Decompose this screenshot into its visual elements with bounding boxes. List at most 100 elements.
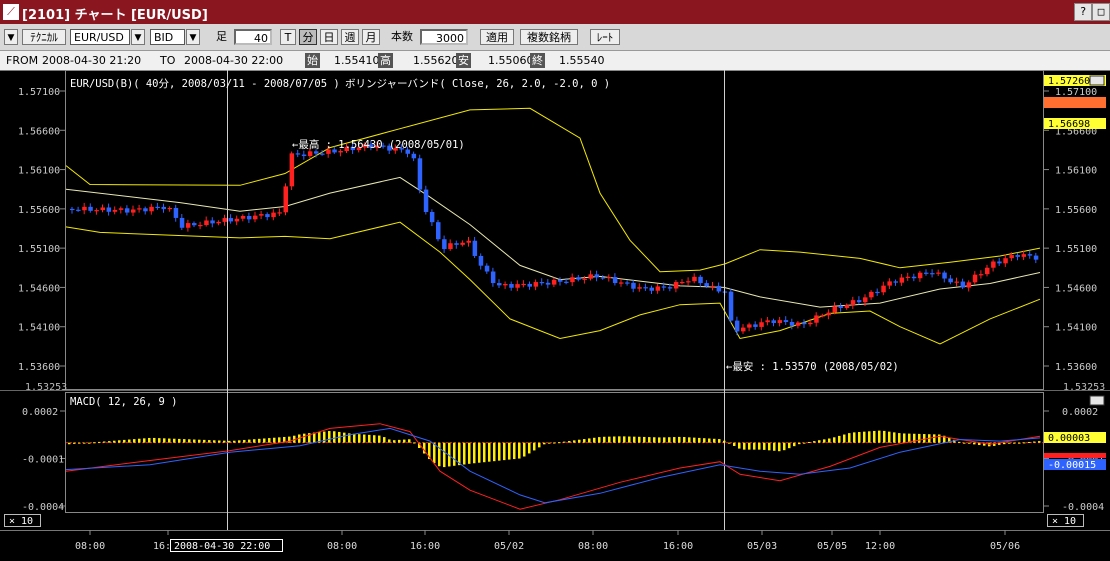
macd-histogram-bar xyxy=(658,437,661,443)
macd-histogram-bar xyxy=(388,439,391,443)
candle-body xyxy=(881,285,886,293)
chart-area[interactable]: 1.57100 1.56600 1.56100 1.55600 1.55100 1.546… xyxy=(0,70,1110,561)
macd-histogram-bar xyxy=(368,434,371,443)
macd-histogram-bar xyxy=(893,432,896,443)
symbol-select[interactable]: EUR/USD xyxy=(70,29,130,45)
candle-body xyxy=(844,305,850,308)
period-week-button[interactable]: 週 xyxy=(341,29,359,45)
candle-body xyxy=(631,282,636,289)
candle-body xyxy=(503,283,508,286)
candle-body xyxy=(454,243,459,245)
period-minute-button[interactable]: 分 xyxy=(299,29,317,45)
candle-body xyxy=(210,220,215,224)
macd-histogram-bar xyxy=(438,442,441,467)
macd-histogram-bar xyxy=(138,438,141,443)
macd-histogram-bar xyxy=(778,442,781,452)
multi-symbol-button[interactable]: 複数銘柄 xyxy=(520,29,578,45)
candle-body xyxy=(118,208,124,210)
apply-button[interactable]: 適用 xyxy=(480,29,514,45)
candle-body xyxy=(814,315,819,323)
price-tick-left: 1.54600 xyxy=(18,283,60,294)
candle-body xyxy=(228,218,234,222)
candle-body xyxy=(289,153,295,187)
candle-body xyxy=(551,279,557,285)
macd-histogram-bar xyxy=(538,442,541,448)
price-axis-right-bottom-tick: 1.53253 xyxy=(1063,382,1105,393)
macd-histogram-bar xyxy=(518,442,521,459)
bollinger-middle-line xyxy=(65,176,1041,308)
candle-body xyxy=(1027,254,1033,256)
macd-axis: 0.00020.0002-0.0001-0.0001-0.0004-0.0004 xyxy=(22,407,1104,513)
macd-histogram-bar xyxy=(563,441,566,443)
candle-body xyxy=(753,324,758,327)
candle-body xyxy=(600,277,606,279)
candle-body xyxy=(820,315,825,317)
middle-band-badge-text: 1.56698 xyxy=(1048,119,1090,130)
technical-button[interactable]: ﾃｸﾆｶﾙ xyxy=(22,29,66,45)
macd-histogram-bar xyxy=(598,437,601,443)
candle-body xyxy=(423,189,429,212)
macd-histogram-bar xyxy=(1038,441,1041,443)
help-button[interactable]: ? xyxy=(1074,3,1092,21)
time-tick: 05/06 xyxy=(990,541,1020,552)
candle-body xyxy=(240,215,246,219)
price-type-select[interactable]: BID xyxy=(150,29,185,45)
macd-histogram-bar xyxy=(558,442,561,444)
macd-histogram-bar xyxy=(728,442,731,444)
candle-body xyxy=(893,281,898,283)
price-axis-left: 1.57100 1.56600 1.56100 1.55600 1.55100 1.546… xyxy=(18,87,66,373)
macd-tick-right: -0.0004 xyxy=(1062,502,1104,513)
macd-histogram-bar xyxy=(863,431,866,443)
symbol-dropdown-icon[interactable]: ▼ xyxy=(131,29,145,45)
macd-histogram-bar xyxy=(468,442,471,464)
period-day-button[interactable]: 日 xyxy=(320,29,338,45)
price-tick-right: 1.57100 xyxy=(1055,87,1097,98)
open-label: 始 xyxy=(305,53,320,68)
macd-histogram-bar xyxy=(703,438,706,443)
macd-panel-collapse-icon[interactable] xyxy=(1089,395,1105,406)
period-month-button[interactable]: 月 xyxy=(362,29,380,45)
candle-body xyxy=(497,283,502,286)
menu-dropdown-icon[interactable]: ▼ xyxy=(4,29,18,45)
price-panel-collapse-icon[interactable] xyxy=(1089,75,1105,86)
period-t-button[interactable]: T xyxy=(280,29,296,45)
candle-body xyxy=(490,271,496,284)
macd-histogram-bar xyxy=(408,439,411,443)
macd-histogram-bar xyxy=(133,439,136,443)
window-title: [2101] チャート [EUR/USD] xyxy=(22,8,208,23)
ashi-input[interactable]: 40 xyxy=(234,29,272,45)
macd-histogram-bar xyxy=(208,440,211,443)
candle-body xyxy=(1015,255,1020,257)
macd-histogram-bar xyxy=(693,437,696,443)
candle-body xyxy=(673,282,679,289)
time-tick: 08:00 xyxy=(75,541,105,552)
price-tick-left: 1.55600 xyxy=(18,205,60,216)
candle-body xyxy=(704,283,709,287)
candle-body xyxy=(826,312,831,316)
candle-body xyxy=(942,272,947,279)
macd-histogram-bar xyxy=(523,442,526,457)
macd-histogram-bar xyxy=(413,442,416,444)
close-value: 1.55540 xyxy=(559,54,605,67)
macd-histogram-bar xyxy=(853,432,856,443)
macd-histogram-bar xyxy=(188,439,191,443)
count-input[interactable]: 3000 xyxy=(420,29,468,45)
candle-body xyxy=(997,261,1002,264)
macd-histogram-bar xyxy=(793,442,796,447)
candle-body xyxy=(100,207,105,211)
price-type-dropdown-icon[interactable]: ▼ xyxy=(186,29,200,45)
from-value: 2008-04-30 21:20 xyxy=(42,54,142,67)
candle-body xyxy=(899,277,905,283)
macd-histogram-bar xyxy=(168,438,171,443)
rate-button[interactable]: ﾚｰﾄ xyxy=(590,29,620,45)
macd-histogram-bar xyxy=(748,442,751,450)
macd-histogram-bar xyxy=(473,442,476,464)
maximize-button[interactable]: □ xyxy=(1092,3,1110,21)
candle-body xyxy=(448,243,453,250)
macd-histogram-bar xyxy=(153,437,156,443)
candle-body xyxy=(911,276,917,279)
macd-histogram-bar xyxy=(503,442,506,461)
to-value: 2008-04-30 22:00 xyxy=(184,54,284,67)
candle-body xyxy=(466,240,471,243)
macd-histogram-bar xyxy=(98,441,101,443)
